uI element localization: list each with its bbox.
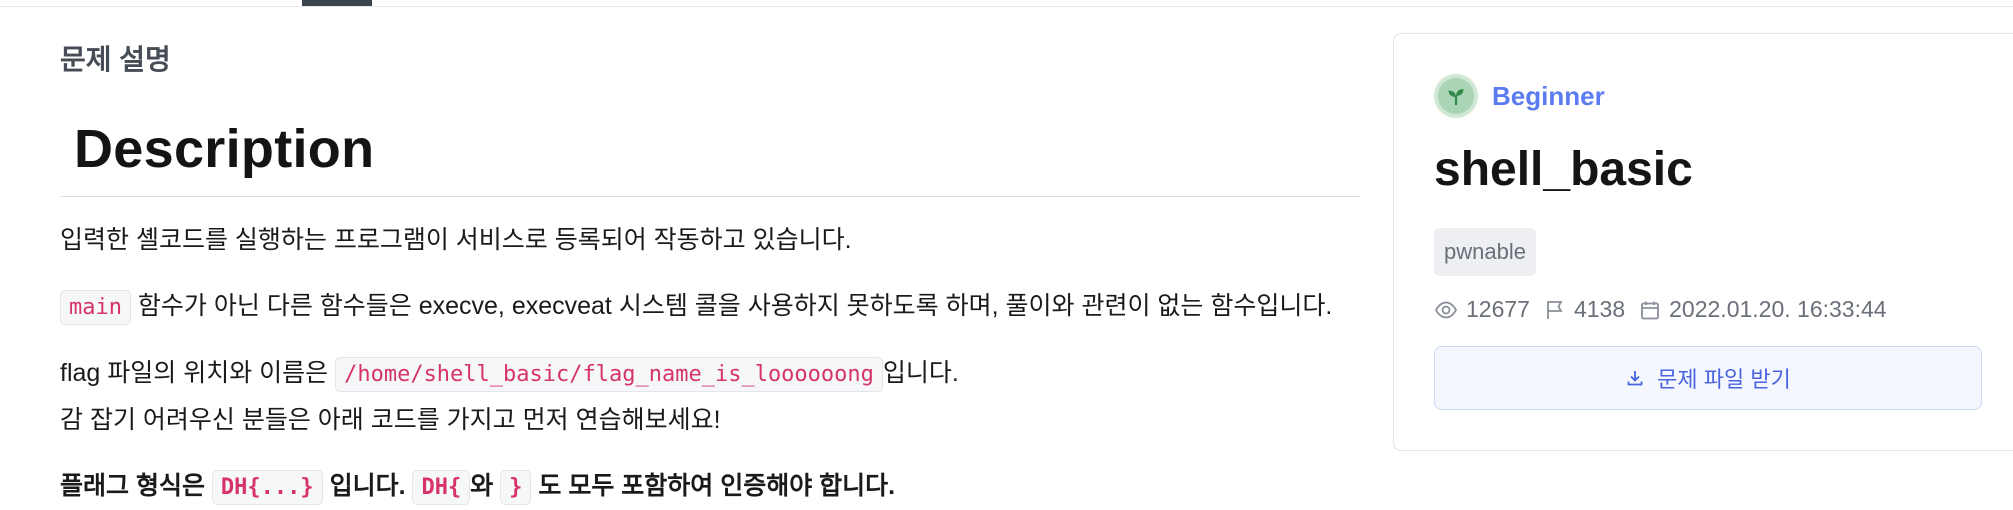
paragraph-5-suffix: 도 모두 포함하여 인증해야 합니다. xyxy=(531,472,896,500)
download-icon xyxy=(1627,371,1643,386)
eye-icon xyxy=(1434,301,1458,318)
inline-code-flag-open: DH{ xyxy=(412,470,471,505)
paragraph-1: 입력한 셸코드를 실행하는 프로그램이 서비스로 등록되어 작동하고 있습니다. xyxy=(60,226,852,254)
category-tag[interactable]: pwnable xyxy=(1434,228,1536,276)
views-count: 12677 xyxy=(1466,296,1530,322)
paragraph-3: flag 파일의 위치와 이름은 /home/shell_basic/flag_… xyxy=(60,356,959,392)
challenge-info-card: Beginner shell_basic pwnable 12677 4138 … xyxy=(1393,33,2013,451)
date-stat: 2022.01.20. 16:33:44 xyxy=(1639,296,1887,323)
download-label: 문제 파일 받기 xyxy=(1657,367,1791,392)
paragraph-3-prefix: flag 파일의 위치와 이름은 xyxy=(60,359,336,387)
calendar-icon xyxy=(1641,301,1660,319)
top-nav-bar xyxy=(0,0,2013,7)
paragraph-2: main 함수가 아닌 다른 함수들은 execve, execveat 시스템… xyxy=(60,289,1332,325)
date-value: 2022.01.20. 16:33:44 xyxy=(1669,296,1887,322)
paragraph-5-prefix: 플래그 형식은 xyxy=(60,472,212,500)
section-label: 문제 설명 xyxy=(60,44,171,75)
views-stat: 12677 xyxy=(1434,296,1530,323)
inline-code-flag-close: } xyxy=(500,470,532,505)
paragraph-4: 감 잡기 어려우신 분들은 아래 코드를 가지고 먼저 연습해보세요! xyxy=(60,406,721,434)
solves-count: 4138 xyxy=(1573,296,1626,322)
paragraph-2-text: 함수가 아닌 다른 함수들은 execve, execveat 시스템 콜을 사… xyxy=(130,292,1333,320)
difficulty-label: Beginner xyxy=(1492,80,1605,111)
download-files-button[interactable]: 문제 파일 받기 xyxy=(1434,346,1982,410)
active-tab-indicator xyxy=(302,0,372,6)
description-heading: Description xyxy=(74,119,375,179)
paragraph-5-mid1: 입니다. xyxy=(322,472,413,500)
solves-stat: 4138 xyxy=(1544,296,1625,323)
flag-icon xyxy=(1547,300,1563,319)
paragraph-5-mid2: 와 xyxy=(470,472,501,500)
difficulty-level: Beginner xyxy=(1434,74,1605,118)
paragraph-5: 플래그 형식은 DH{...} 입니다. DH{와 } 도 모두 포함하여 인증… xyxy=(60,469,895,505)
sprout-icon xyxy=(1434,74,1478,118)
inline-code-flag-format: DH{...} xyxy=(211,470,323,505)
challenge-stats: 12677 4138 2022.01.20. 16:33:44 xyxy=(1434,296,1901,323)
inline-code-flag-path: /home/shell_basic/flag_name_is_loooooong xyxy=(335,357,883,392)
challenge-title: shell_basic xyxy=(1434,143,1693,196)
heading-divider xyxy=(60,196,1360,197)
paragraph-3-suffix: 입니다. xyxy=(882,359,959,387)
inline-code-main: main xyxy=(60,290,131,325)
